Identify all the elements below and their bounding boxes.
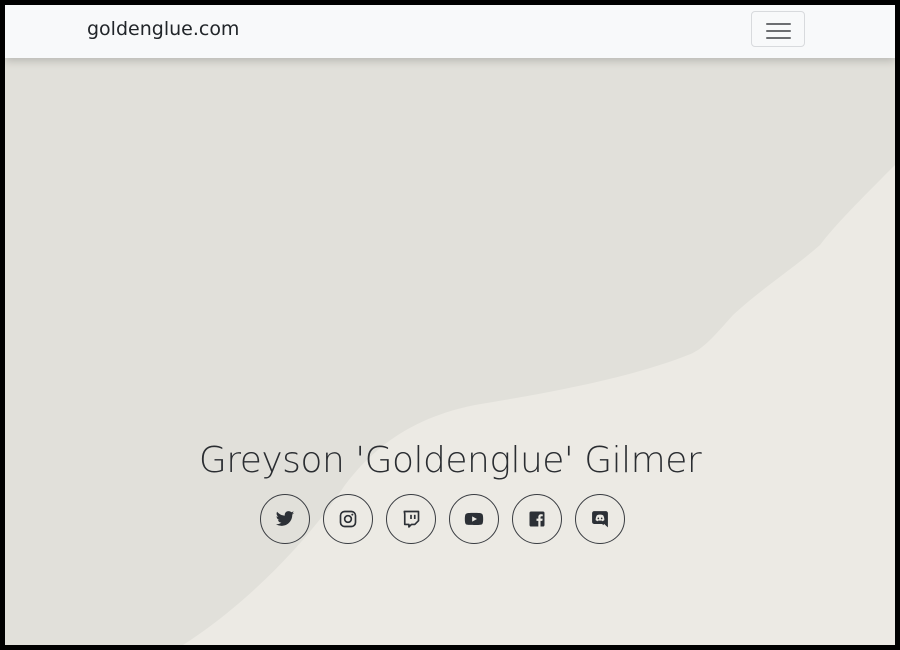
navbar-toggler-button[interactable] [751,11,805,47]
discord-icon [592,511,608,528]
navbar: goldenglue.com [5,5,895,58]
facebook-icon [529,511,545,527]
hamburger-menu-icon [766,22,791,40]
youtube-link[interactable] [449,494,499,544]
twitch-link[interactable] [386,494,436,544]
youtube-icon [464,512,484,526]
twitch-icon [403,510,420,528]
brand-link[interactable]: goldenglue.com [87,18,239,40]
facebook-link[interactable] [512,494,562,544]
twitter-link[interactable] [260,494,310,544]
background-shape [5,5,895,645]
page: goldenglue.com Greyson 'Goldenglue' Gilm… [5,5,895,645]
instagram-icon [339,510,357,528]
social-links [260,494,625,546]
instagram-link[interactable] [323,494,373,544]
discord-link[interactable] [575,494,625,544]
hero-title: Greyson 'Goldenglue' Gilmer [198,440,702,482]
twitter-icon [275,511,295,526]
